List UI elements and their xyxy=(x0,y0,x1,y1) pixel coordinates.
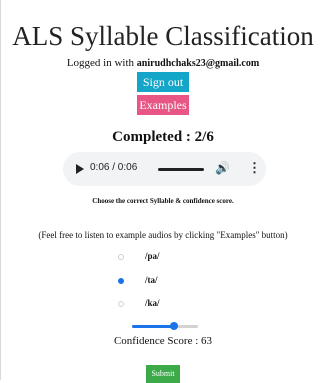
option-label: /pa/ xyxy=(145,251,160,261)
user-email: anirudhchaks23@gmail.com xyxy=(136,58,260,69)
submit-button[interactable]: Submit xyxy=(146,365,180,383)
radio-button[interactable] xyxy=(118,301,124,307)
play-icon[interactable] xyxy=(76,164,84,174)
slider-fill xyxy=(132,325,174,328)
option-label: /ta/ xyxy=(145,275,158,285)
audio-progress-bar[interactable] xyxy=(158,168,204,171)
volume-icon[interactable]: 🔊 xyxy=(215,161,230,175)
confidence-score: Confidence Score : 63 xyxy=(113,335,213,347)
instructions: Choose the correct Syllable & confidence… xyxy=(92,197,234,205)
progress-text: Completed : 2/6 xyxy=(112,129,214,145)
option-label: /ka/ xyxy=(145,298,160,308)
examples-note: (Feel free to listen to example audios b… xyxy=(38,230,288,240)
login-status: Logged in with anirudhchaks23@gmail.com xyxy=(1,56,325,71)
sign-out-button[interactable]: Sign out xyxy=(137,72,189,92)
confidence-slider[interactable] xyxy=(132,321,198,331)
examples-button[interactable]: Examples xyxy=(137,95,189,115)
page-title: ALS Syllable Classification xyxy=(12,21,314,51)
radio-button[interactable] xyxy=(118,278,124,284)
audio-time: 0:06 / 0:06 xyxy=(90,162,138,173)
login-prefix: Logged in with xyxy=(66,57,135,69)
radio-button[interactable] xyxy=(118,254,124,260)
slider-thumb[interactable] xyxy=(169,322,178,330)
more-icon[interactable]: ⋮ xyxy=(248,160,261,176)
audio-player: 0:06 / 0:06 🔊 ⋮ xyxy=(63,152,266,186)
